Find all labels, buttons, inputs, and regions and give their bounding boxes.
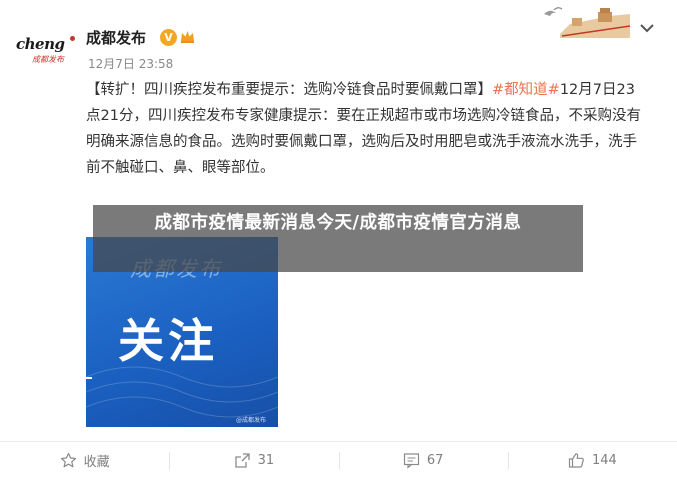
post-timestamp[interactable]: 12月7日 23:58 [88, 55, 173, 72]
comment-count: 67 [426, 452, 444, 468]
hashtag-link[interactable]: #都知道# [492, 82, 560, 98]
account-name[interactable]: 成都发布 [86, 27, 146, 48]
image-dash [86, 377, 92, 379]
image-headline: 关注 [118, 314, 218, 368]
like-icon [568, 452, 584, 468]
avatar-logo-dot [70, 36, 75, 41]
image-watermark: @成都发布 [236, 417, 267, 424]
like-button[interactable]: 144 [507, 442, 677, 478]
verified-icon: V [160, 29, 177, 46]
comment-button[interactable]: 67 [338, 442, 508, 478]
repost-button[interactable]: 31 [169, 442, 338, 478]
title-overlay: 成都市疫情最新消息今天/成都市疫情官方消息 [93, 205, 583, 272]
avatar-logo-subtext: 成都发布 [32, 55, 64, 64]
favorite-label: 收藏 [83, 454, 110, 470]
great-wall-banner-icon [544, 7, 631, 38]
overlay-title: 成都市疫情最新消息今天/成都市疫情官方消息 [154, 213, 522, 233]
chevron-down-icon[interactable] [636, 17, 658, 39]
account-avatar[interactable]: cheng 成都发布 [12, 28, 80, 74]
comment-icon [403, 452, 419, 469]
favorite-button[interactable]: 收藏 [0, 442, 169, 478]
like-count: 144 [591, 452, 617, 468]
member-crown-icon [181, 31, 194, 43]
share-icon [234, 452, 250, 468]
star-icon [60, 452, 76, 467]
post-text-headline: 【转扩！四川疾控发布重要提示：选购冷链食品时要佩戴口罩】 [86, 82, 492, 98]
avatar-logo-text: cheng [16, 35, 65, 53]
action-bar: 收藏 31 67 144 [0, 441, 677, 478]
repost-count: 31 [257, 452, 275, 468]
post-text: 【转扩！四川疾控发布重要提示：选购冷链食品时要佩戴口罩】#都知道#12月7日23… [86, 77, 646, 181]
weibo-post-card: cheng 成都发布 成都发布 V 12月7日 23:58 【转扩！四川疾控发布… [0, 0, 677, 478]
